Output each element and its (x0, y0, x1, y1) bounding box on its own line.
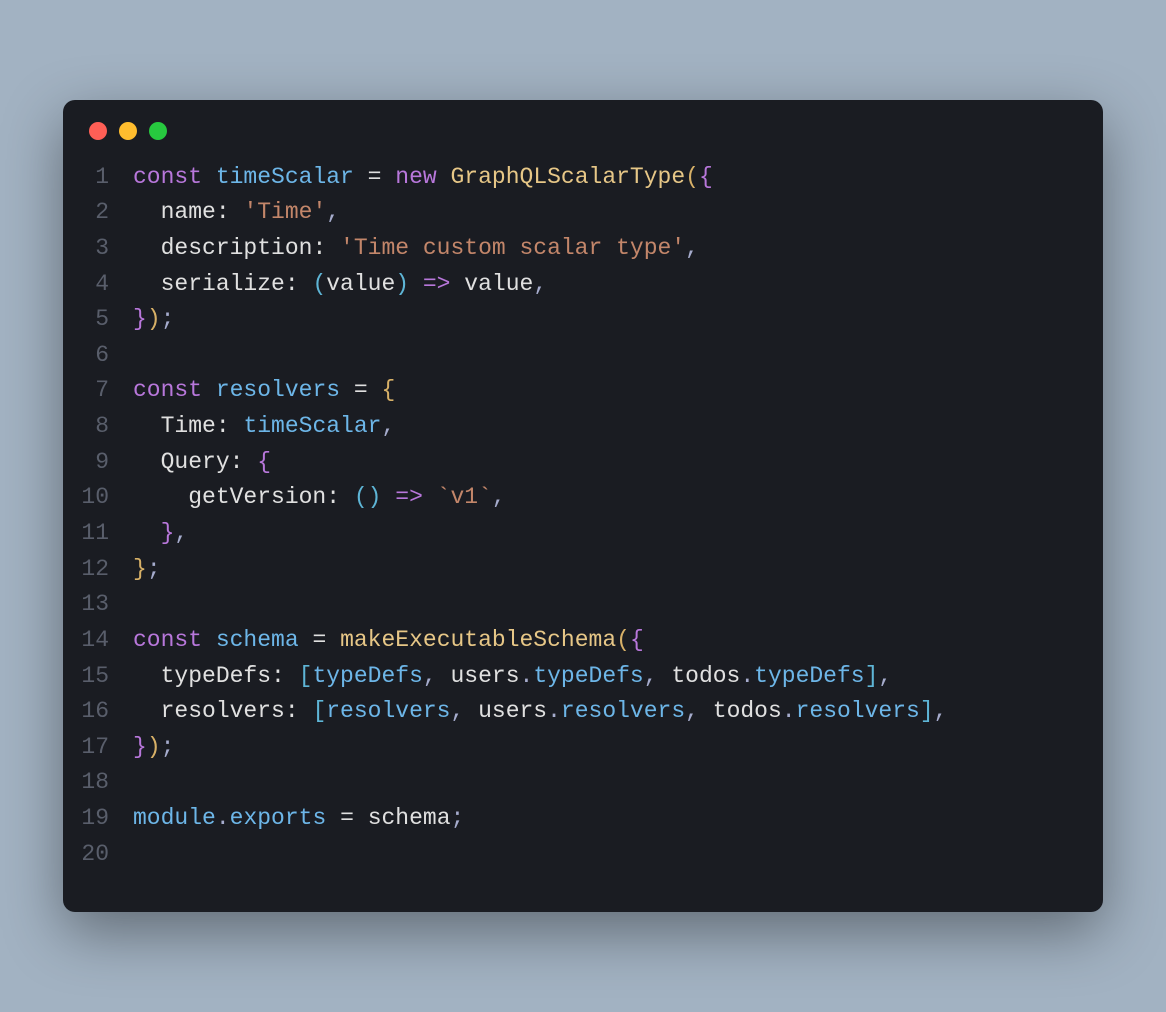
code-content: name: 'Time', (133, 195, 340, 231)
code-content: const resolvers = { (133, 373, 395, 409)
code-line: 4 serialize: (value) => value, (63, 267, 1103, 303)
code-line: 3 description: 'Time custom scalar type'… (63, 231, 1103, 267)
code-line: 11 }, (63, 516, 1103, 552)
maximize-icon[interactable] (149, 122, 167, 140)
code-line: 1const timeScalar = new GraphQLScalarTyp… (63, 160, 1103, 196)
titlebar (63, 100, 1103, 150)
line-number: 17 (63, 730, 133, 766)
code-content: Time: timeScalar, (133, 409, 395, 445)
line-number: 15 (63, 659, 133, 695)
line-number: 20 (63, 837, 133, 873)
code-line: 13 (63, 587, 1103, 623)
code-content: getVersion: () => `v1`, (133, 480, 506, 516)
code-line: 2 name: 'Time', (63, 195, 1103, 231)
code-content: resolvers: [resolvers, users.resolvers, … (133, 694, 947, 730)
line-number: 3 (63, 231, 133, 267)
code-line: 18 (63, 765, 1103, 801)
line-number: 8 (63, 409, 133, 445)
code-line: 14const schema = makeExecutableSchema({ (63, 623, 1103, 659)
code-line: 5}); (63, 302, 1103, 338)
line-number: 14 (63, 623, 133, 659)
line-number: 6 (63, 338, 133, 374)
line-number: 9 (63, 445, 133, 481)
line-number: 11 (63, 516, 133, 552)
code-area: 1const timeScalar = new GraphQLScalarTyp… (63, 150, 1103, 913)
code-content: }, (133, 516, 188, 552)
code-content: module.exports = schema; (133, 801, 464, 837)
code-content: description: 'Time custom scalar type', (133, 231, 699, 267)
line-number: 10 (63, 480, 133, 516)
minimize-icon[interactable] (119, 122, 137, 140)
code-content: serialize: (value) => value, (133, 267, 547, 303)
code-content: const timeScalar = new GraphQLScalarType… (133, 160, 713, 196)
line-number: 12 (63, 552, 133, 588)
code-content: const schema = makeExecutableSchema({ (133, 623, 644, 659)
line-number: 16 (63, 694, 133, 730)
code-content: typeDefs: [typeDefs, users.typeDefs, tod… (133, 659, 892, 695)
line-number: 5 (63, 302, 133, 338)
code-content: Query: { (133, 445, 271, 481)
line-number: 13 (63, 587, 133, 623)
code-line: 16 resolvers: [resolvers, users.resolver… (63, 694, 1103, 730)
code-content (133, 837, 147, 873)
code-line: 10 getVersion: () => `v1`, (63, 480, 1103, 516)
code-line: 19module.exports = schema; (63, 801, 1103, 837)
code-content: }); (133, 302, 174, 338)
code-line: 8 Time: timeScalar, (63, 409, 1103, 445)
code-content (133, 765, 147, 801)
code-line: 6 (63, 338, 1103, 374)
line-number: 4 (63, 267, 133, 303)
code-line: 12}; (63, 552, 1103, 588)
code-window: 1const timeScalar = new GraphQLScalarTyp… (63, 100, 1103, 913)
line-number: 2 (63, 195, 133, 231)
code-content (133, 338, 147, 374)
line-number: 1 (63, 160, 133, 196)
code-content: }; (133, 552, 161, 588)
close-icon[interactable] (89, 122, 107, 140)
line-number: 7 (63, 373, 133, 409)
line-number: 18 (63, 765, 133, 801)
code-line: 17}); (63, 730, 1103, 766)
code-line: 7const resolvers = { (63, 373, 1103, 409)
code-content: }); (133, 730, 174, 766)
line-number: 19 (63, 801, 133, 837)
code-line: 20 (63, 837, 1103, 873)
code-line: 15 typeDefs: [typeDefs, users.typeDefs, … (63, 659, 1103, 695)
code-content (133, 587, 147, 623)
code-line: 9 Query: { (63, 445, 1103, 481)
